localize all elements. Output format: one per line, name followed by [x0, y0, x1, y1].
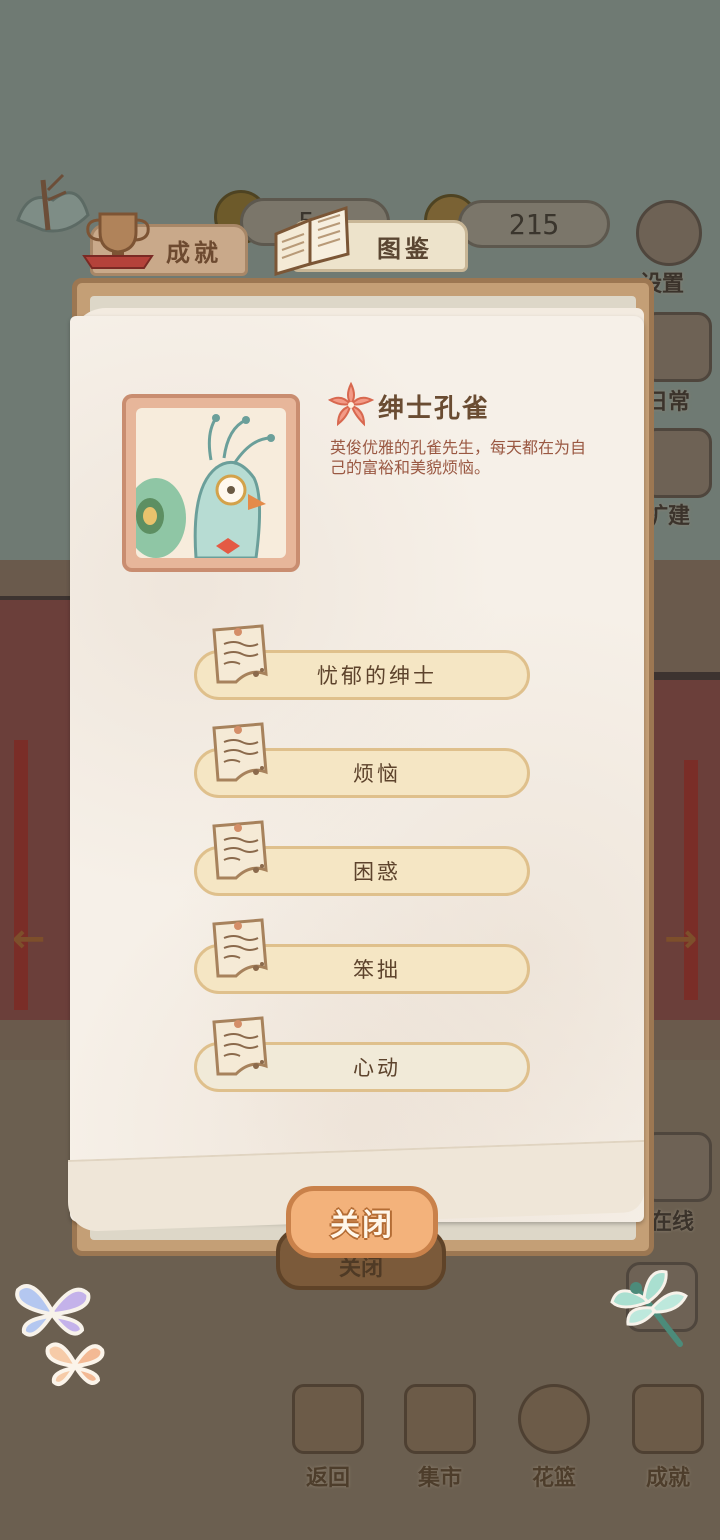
- arrow-left-icon[interactable]: ←: [12, 916, 46, 962]
- creature-name: 绅士孔雀: [378, 394, 491, 424]
- nav-basket[interactable]: 花篮: [514, 1384, 594, 1494]
- scroll-note-icon: [210, 918, 276, 982]
- trophy-icon: [78, 206, 158, 272]
- scroll-note-icon: [210, 1016, 276, 1080]
- nav-market-label: 集市: [417, 1466, 462, 1491]
- close-button-label: 关闭: [330, 1208, 394, 1243]
- book-icon: [268, 204, 354, 276]
- background-lantern-pole: [684, 760, 698, 1000]
- story-label: 心动: [353, 1056, 401, 1080]
- flower-icon: [326, 380, 376, 430]
- peacock-illustration: [136, 408, 286, 558]
- nav-market[interactable]: 集市: [400, 1384, 480, 1494]
- scroll-note-icon: [210, 820, 276, 884]
- nav-achievements-label: 成就: [645, 1466, 690, 1491]
- window-icon: [292, 1384, 364, 1454]
- story-label: 忧郁的绅士: [317, 664, 437, 688]
- settings-gear-icon[interactable]: [636, 200, 702, 266]
- story-label: 困惑: [353, 860, 401, 884]
- close-button[interactable]: 关闭: [286, 1186, 438, 1258]
- scroll-note-icon: [210, 722, 276, 786]
- online-label: 在线: [650, 1210, 695, 1235]
- tab-catalog-label: 图鉴: [377, 234, 433, 263]
- cheese-counter: 215: [458, 200, 610, 248]
- nav-basket-label: 花篮: [531, 1466, 576, 1491]
- nav-achievements[interactable]: 成就: [628, 1384, 708, 1494]
- story-label: 笨拙: [353, 958, 401, 982]
- creature-portrait: [122, 394, 300, 572]
- tab-achievements-label: 成就: [166, 238, 222, 267]
- market-icon: [404, 1384, 476, 1454]
- background-lantern-pole: [14, 740, 28, 1010]
- creature-description: 英俊优雅的孔雀先生，每天都在为自己的富裕和美貌烦恼。: [330, 438, 587, 477]
- story-label: 烦恼: [353, 762, 401, 786]
- nav-back[interactable]: 返回: [288, 1384, 368, 1494]
- arrow-right-icon[interactable]: →: [664, 916, 698, 962]
- scroll-note-icon: [210, 624, 276, 688]
- cheese-value: 215: [508, 207, 560, 241]
- butterfly-icon: [44, 1336, 106, 1396]
- trophy-icon: [632, 1384, 704, 1454]
- basket-icon: [518, 1384, 590, 1454]
- nav-back-label: 返回: [305, 1466, 350, 1491]
- dragonfly-icon: [608, 1262, 708, 1362]
